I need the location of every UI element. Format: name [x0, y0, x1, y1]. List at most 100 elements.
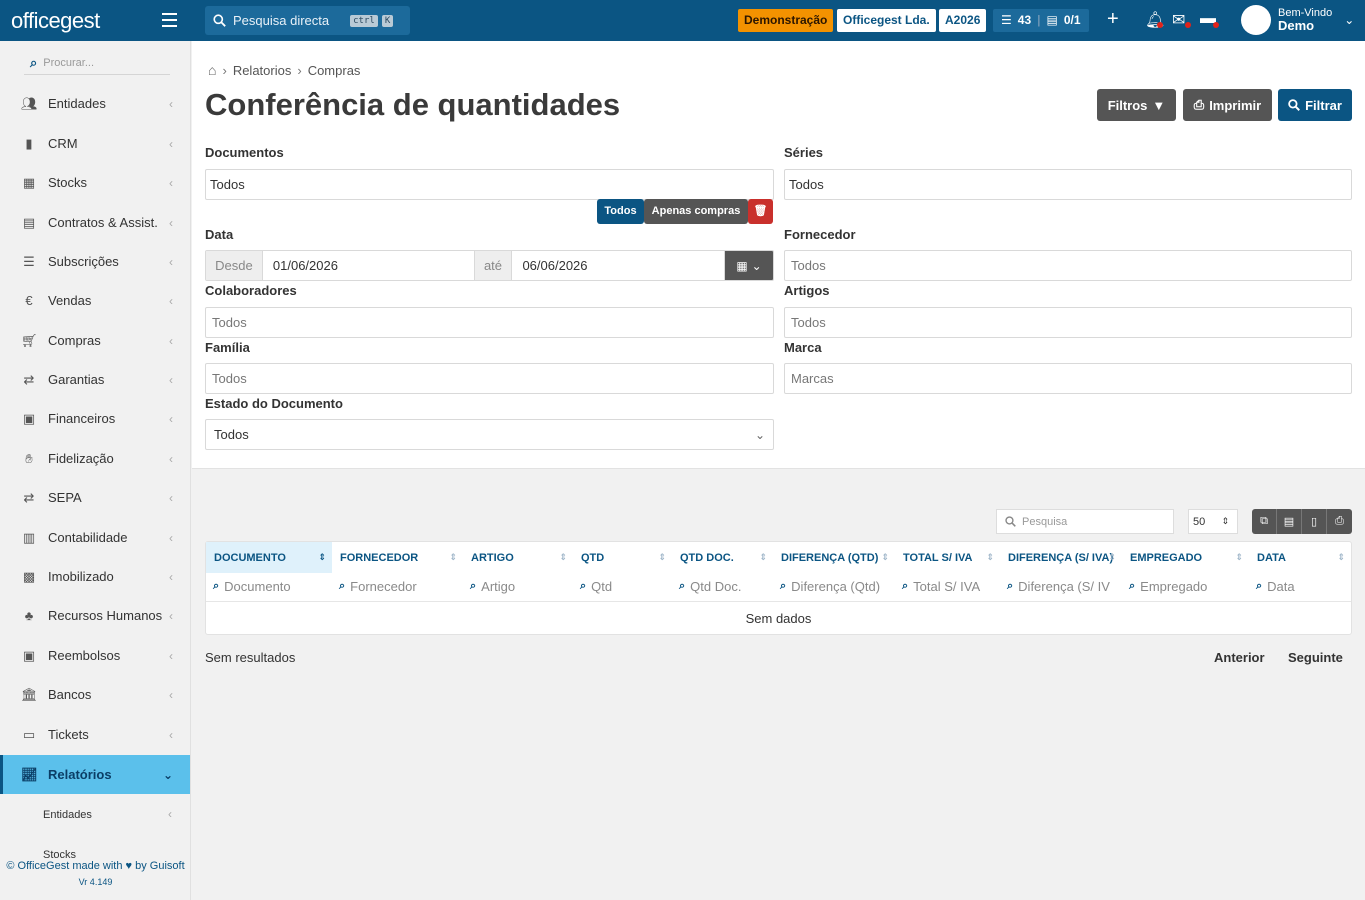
filter-artigo[interactable]: ⌕ Artigo — [463, 573, 573, 599]
artigos-input[interactable]: Todos — [784, 307, 1352, 338]
chevron-right-icon: › — [297, 62, 302, 78]
sidebar-item-recursos-humanos[interactable]: ♣ Recursos Humanos ‹ — [0, 596, 190, 635]
familia-label: Família — [205, 340, 250, 355]
filter-fornecedor[interactable]: ⌕ Fornecedor — [332, 573, 463, 599]
filter-empregado[interactable]: ⌕ Empregado — [1122, 573, 1249, 599]
sidebar-item-garantias[interactable]: ⇄ Garantias ‹ — [0, 360, 190, 399]
filter-placeholder: Fornecedor — [350, 578, 417, 594]
chevron-left-icon: ‹ — [169, 569, 173, 584]
ticket-icon: ▭ — [22, 726, 36, 742]
bell-icon[interactable]: 🔔︎ — [1145, 10, 1165, 30]
filter-qtd-doc[interactable]: ⌕ Qtd Doc. — [672, 573, 773, 599]
filter-documento[interactable]: ⌕ Documento — [206, 573, 332, 599]
apenas-compras-button[interactable]: Apenas compras — [644, 199, 748, 224]
imprimir-button[interactable]: ⎙ Imprimir — [1183, 89, 1272, 121]
column-header-artigo[interactable]: Artigo ⇕ — [463, 542, 573, 573]
column-header-qtd-doc[interactable]: QTD Doc. ⇕ — [672, 542, 773, 573]
company-badge[interactable]: Officegest Lda. — [837, 9, 936, 32]
sidebar-item-bancos[interactable]: 🏛︎ Bancos ‹ — [0, 675, 190, 714]
plus-icon[interactable]: + — [1107, 8, 1119, 31]
sidebar-item-relatorios[interactable]: 📈︎ Relatórios ⌄ — [0, 755, 190, 794]
filter-qtd[interactable]: ⌕ Qtd — [573, 573, 672, 599]
pdf-icon[interactable]: ▯ — [1302, 509, 1327, 534]
sidebar-item-label: Contabilidade — [48, 530, 128, 545]
sidebar-item-contabilidade[interactable]: ▥ Contabilidade ‹ — [0, 518, 190, 557]
chevron-left-icon: ‹ — [169, 96, 173, 111]
sidebar-item-reembolsos[interactable]: ▣ Reembolsos ‹ — [0, 636, 190, 675]
home-icon[interactable]: ⌂ — [208, 62, 216, 78]
sidebar-item-imobilizado[interactable]: ▩ Imobilizado ‹ — [0, 557, 190, 596]
filtrar-button[interactable]: Filtrar — [1278, 89, 1352, 121]
breadcrumb-compras[interactable]: Compras — [308, 63, 361, 78]
filter-data[interactable]: ⌕ Data — [1249, 573, 1351, 599]
sort-icon: ⇕ — [881, 552, 889, 562]
column-header-documento[interactable]: Documento ⇕ — [206, 542, 332, 573]
filtros-button[interactable]: Filtros ▼ — [1097, 89, 1176, 121]
excel-icon[interactable]: ▤ — [1277, 509, 1302, 534]
sidebar-item-label: SEPA — [48, 490, 82, 505]
colaboradores-input[interactable]: Todos — [205, 307, 774, 338]
date-from-input[interactable]: 01/06/2026 — [263, 251, 475, 280]
print-icon[interactable]: ⎙ — [1327, 509, 1352, 534]
column-header-qtd[interactable]: QTD ⇕ — [573, 542, 672, 573]
copy-icon[interactable]: ⧉ — [1252, 509, 1277, 534]
sidebar-item-crm[interactable]: ▮ CRM ‹ — [0, 124, 190, 163]
money-icon: ▣ — [22, 647, 36, 663]
filter-total-sem-iva[interactable]: ⌕ Total S/ IVA — [895, 573, 1000, 599]
mail-icon[interactable]: ✉ — [1172, 10, 1185, 30]
fornecedor-input[interactable]: Todos — [784, 250, 1352, 281]
column-header-total-sem-iva[interactable]: Total S/ IVA ⇕ — [895, 542, 1000, 573]
sidebar-item-entidades[interactable]: 👥︎ Entidades ‹ — [0, 84, 190, 123]
todos-chip-button[interactable]: Todos — [597, 199, 644, 224]
sidebar-item-tickets[interactable]: ▭ Tickets ‹ — [0, 715, 190, 754]
chevron-left-icon: ‹ — [169, 608, 173, 623]
column-header-fornecedor[interactable]: Fornecedor ⇕ — [332, 542, 463, 573]
filter-placeholder: Diferença (S/ IV — [1018, 578, 1110, 594]
filter-diferenca-qtd[interactable]: ⌕ Diferença (Qtd) — [773, 573, 895, 599]
menu-toggle-icon[interactable] — [162, 13, 177, 27]
tasks-counter[interactable]: ☰ 43 | ▤ 0/1 — [993, 9, 1089, 32]
column-header-diferenca-sem-iva[interactable]: Diferença (S/ IVA) ⇕ — [1000, 542, 1122, 573]
sidebar-item-contratos[interactable]: ▤ Contratos & Assist. ‹ — [0, 203, 190, 242]
sidebar-search-input[interactable]: ⌕ Procurar... — [24, 51, 170, 75]
cart-icon: 🛒︎ — [21, 332, 38, 348]
marca-input[interactable]: Marcas — [784, 363, 1352, 394]
sidebar-item-subscricoes[interactable]: ☰ Subscrições ‹ — [0, 242, 190, 281]
year-badge[interactable]: A2026 — [939, 9, 987, 32]
table-search-input[interactable]: Pesquisa — [996, 509, 1174, 534]
sidebar-item-sepa[interactable]: ⇄ SEPA ‹ — [0, 478, 190, 517]
previous-page-button[interactable]: Anterior — [1214, 650, 1265, 665]
sidebar-item-financeiros[interactable]: ▣ Financeiros ‹ — [0, 399, 190, 438]
series-select[interactable]: Todos — [784, 169, 1352, 200]
estado-select[interactable]: Todos ⌄ — [205, 419, 774, 450]
trash-icon[interactable]: 🗑︎ — [748, 199, 773, 224]
date-to-input[interactable]: 06/06/2026 — [512, 251, 726, 280]
calendar-dropdown-button[interactable]: ▦ ⌄ — [725, 251, 773, 280]
filter-diferenca-sem-iva[interactable]: ⌕ Diferença (S/ IV — [1000, 573, 1122, 599]
sidebar-item-stocks[interactable]: ▦ Stocks ‹ — [0, 163, 190, 202]
search-icon: ⌕ — [213, 579, 220, 592]
chevron-left-icon: ‹ — [169, 411, 173, 426]
user-menu[interactable]: Bem-Vindo Demo ⌄ — [1241, 5, 1354, 35]
global-search[interactable]: Pesquisa directa ctrl K — [205, 6, 410, 35]
breadcrumb-relatorios[interactable]: Relatorios — [233, 63, 292, 78]
demo-badge[interactable]: Demonstração — [738, 9, 834, 32]
page-size-select[interactable]: 50 ⇕ — [1188, 509, 1238, 534]
column-header-diferenca-qtd[interactable]: Diferença (QTD) ⇕ — [773, 542, 895, 573]
search-icon: ⌕ — [902, 579, 909, 592]
sidebar-item-fidelizacao[interactable]: ✋︎ Fidelização ‹ — [0, 439, 190, 478]
next-page-button[interactable]: Seguinte — [1288, 650, 1343, 665]
sort-icon: ⇕ — [759, 552, 767, 562]
app-logo[interactable]: officegest — [0, 0, 191, 41]
sidebar-item-label: Stocks — [48, 175, 88, 190]
sidebar-item-compras[interactable]: 🛒︎ Compras ‹ — [0, 321, 190, 360]
column-header-empregado[interactable]: Empregado ⇕ — [1122, 542, 1249, 573]
familia-input[interactable]: Todos — [205, 363, 774, 394]
book-icon: ▮ — [25, 135, 33, 151]
sidebar-subitem-entidades[interactable]: Entidades — [43, 809, 92, 821]
column-header-data[interactable]: Data ⇕ — [1249, 542, 1351, 573]
sidebar-item-vendas[interactable]: € Vendas ‹ — [0, 281, 190, 320]
documentos-label: Documentos — [205, 145, 284, 160]
documentos-select[interactable]: Todos — [205, 169, 774, 200]
results-table: Documento ⇕ Fornecedor ⇕ Artigo ⇕ QTD ⇕ QTD … — [205, 541, 1352, 635]
